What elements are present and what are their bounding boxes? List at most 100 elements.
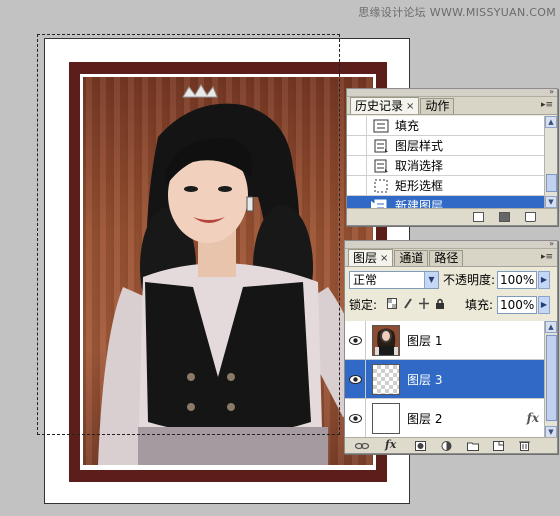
history-panel-titlebar[interactable]: » bbox=[347, 87, 557, 97]
layer-list: 图层 1 图层 3 图层 2 fx bbox=[345, 321, 545, 438]
tab-layers[interactable]: 图层 × bbox=[348, 249, 394, 266]
layer-name: 图层 3 bbox=[407, 372, 443, 387]
adjustment-icon[interactable] bbox=[441, 441, 452, 451]
layer-thumbnail bbox=[372, 324, 400, 356]
layer-row-1[interactable]: 图层 1 bbox=[345, 321, 545, 360]
lock-all-icon[interactable] bbox=[435, 298, 445, 309]
layer-name: 图层 1 bbox=[407, 333, 443, 348]
tab-label: 历史记录 bbox=[355, 98, 404, 113]
tab-label: 路径 bbox=[434, 251, 459, 265]
fx-icon[interactable]: fx bbox=[385, 438, 396, 451]
layer-style-icon bbox=[374, 139, 388, 152]
scroll-thumb[interactable] bbox=[546, 335, 557, 421]
history-item-label: 图层样式 bbox=[395, 139, 444, 153]
opacity-input[interactable]: 100% bbox=[497, 271, 537, 289]
watermark: 思缘设计论坛 WWW.MISSYUAN.COM bbox=[358, 6, 556, 19]
visibility-toggle[interactable] bbox=[345, 399, 366, 437]
lock-transparency-icon[interactable] bbox=[387, 298, 397, 309]
trash-icon[interactable] bbox=[519, 440, 530, 451]
collapse-icon[interactable]: » bbox=[549, 87, 554, 97]
group-icon[interactable] bbox=[467, 441, 479, 451]
snapshot-source-slot[interactable] bbox=[347, 116, 367, 135]
layers-scrollbar[interactable]: ▲ ▼ bbox=[544, 321, 557, 438]
blend-opacity-row: 正常 ▼ 不透明度: 100% ▶ bbox=[345, 269, 557, 291]
layer-row-3[interactable]: 图层 3 bbox=[345, 360, 545, 399]
history-list: 填充 图层样式 取消选择 矩形选框 新建图层 bbox=[347, 116, 545, 208]
history-panel-footer bbox=[347, 208, 557, 225]
eye-icon bbox=[348, 374, 362, 384]
layers-panel: » 图层 × 通道 路径 ▸≡ 正常 ▼ 不透明度: 100% ▶ 锁定: 填充… bbox=[344, 239, 558, 454]
fill-label: 填充: bbox=[465, 298, 494, 312]
visibility-toggle[interactable] bbox=[345, 321, 366, 359]
photo-frame-border bbox=[69, 62, 387, 482]
history-item-fill[interactable]: 填充 bbox=[347, 116, 545, 136]
history-item-label: 矩形选框 bbox=[395, 179, 444, 193]
tab-channels[interactable]: 通道 bbox=[394, 250, 429, 266]
snapshot-icon[interactable] bbox=[499, 212, 510, 222]
trash-icon[interactable] bbox=[525, 212, 536, 222]
portrait-photo bbox=[83, 77, 373, 465]
snapshot-source-slot[interactable] bbox=[347, 156, 367, 175]
layer-name: 图层 2 bbox=[407, 411, 443, 426]
snapshot-source-slot[interactable] bbox=[347, 136, 367, 155]
chevron-down-icon[interactable]: ▼ bbox=[424, 272, 438, 288]
mask-icon[interactable] bbox=[415, 441, 426, 451]
layer-effects-icon[interactable]: fx bbox=[527, 411, 539, 425]
tab-label: 动作 bbox=[425, 99, 450, 113]
close-icon[interactable]: × bbox=[406, 99, 414, 114]
snapshot-source-slot[interactable] bbox=[347, 196, 367, 208]
history-item-new-layer[interactable]: 新建图层 bbox=[347, 196, 545, 208]
history-item-label: 填充 bbox=[395, 119, 420, 133]
scroll-down-icon[interactable]: ▼ bbox=[545, 196, 557, 208]
tab-label: 图层 bbox=[353, 250, 378, 265]
history-item-layer-style[interactable]: 图层样式 bbox=[347, 136, 545, 156]
visibility-toggle[interactable] bbox=[345, 360, 366, 398]
lock-image-pixels-icon[interactable] bbox=[403, 298, 413, 309]
new-document-from-state-icon[interactable] bbox=[473, 212, 484, 222]
tab-actions[interactable]: 动作 bbox=[420, 98, 455, 114]
panel-menu-icon[interactable]: ▸≡ bbox=[541, 252, 553, 262]
history-panel: » 历史记录 × 动作 ▸≡ 填充 图层样式 取消选择 矩形选框 新建图层 ▲ … bbox=[346, 87, 558, 226]
lock-fill-row: 锁定: 填充: 100% ▶ bbox=[345, 294, 557, 316]
opacity-slider-toggle-icon[interactable]: ▶ bbox=[538, 271, 550, 289]
rect-marquee-icon bbox=[374, 179, 388, 192]
history-item-label: 新建图层 bbox=[395, 199, 444, 208]
panel-menu-icon[interactable]: ▸≡ bbox=[541, 100, 553, 110]
blend-mode-select[interactable]: 正常 ▼ bbox=[349, 271, 439, 289]
deselect-icon bbox=[374, 159, 388, 172]
eye-icon bbox=[348, 335, 362, 345]
lock-label: 锁定: bbox=[349, 298, 378, 312]
snapshot-source-slot[interactable] bbox=[347, 176, 367, 195]
history-scrollbar[interactable]: ▲ ▼ bbox=[544, 116, 557, 208]
fill-slider-toggle-icon[interactable]: ▶ bbox=[538, 296, 550, 314]
collapse-icon[interactable]: » bbox=[549, 239, 554, 249]
blend-mode-value: 正常 bbox=[353, 273, 378, 287]
scroll-up-icon[interactable]: ▲ bbox=[545, 321, 557, 333]
lock-position-icon[interactable] bbox=[419, 298, 429, 309]
layer-thumbnail bbox=[372, 363, 400, 395]
tab-paths[interactable]: 路径 bbox=[429, 250, 464, 266]
portrait-illustration bbox=[98, 84, 371, 465]
close-icon[interactable]: × bbox=[380, 251, 388, 266]
history-item-deselect[interactable]: 取消选择 bbox=[347, 156, 545, 176]
history-item-rect-marquee[interactable]: 矩形选框 bbox=[347, 176, 545, 196]
tab-history[interactable]: 历史记录 × bbox=[350, 97, 420, 114]
new-layer-icon[interactable] bbox=[493, 441, 504, 451]
link-icon[interactable] bbox=[355, 441, 369, 451]
layers-panel-footer: fx bbox=[345, 437, 557, 453]
layers-panel-titlebar[interactable]: » bbox=[345, 239, 557, 249]
scroll-thumb[interactable] bbox=[546, 174, 557, 192]
photo-mat bbox=[80, 74, 376, 470]
opacity-label: 不透明度: bbox=[443, 273, 496, 287]
scroll-up-icon[interactable]: ▲ bbox=[545, 116, 557, 128]
layer-row-2[interactable]: 图层 2 fx bbox=[345, 399, 545, 438]
layer-thumbnail bbox=[372, 402, 400, 434]
fill-input[interactable]: 100% bbox=[497, 296, 537, 314]
new-layer-icon bbox=[374, 199, 387, 208]
layers-panel-tabs: 图层 × 通道 路径 ▸≡ bbox=[345, 249, 557, 267]
history-item-label: 取消选择 bbox=[395, 159, 444, 173]
tab-label: 通道 bbox=[399, 251, 424, 265]
fill-icon bbox=[373, 119, 389, 132]
history-panel-tabs: 历史记录 × 动作 ▸≡ bbox=[347, 97, 557, 115]
eye-icon bbox=[348, 413, 362, 423]
